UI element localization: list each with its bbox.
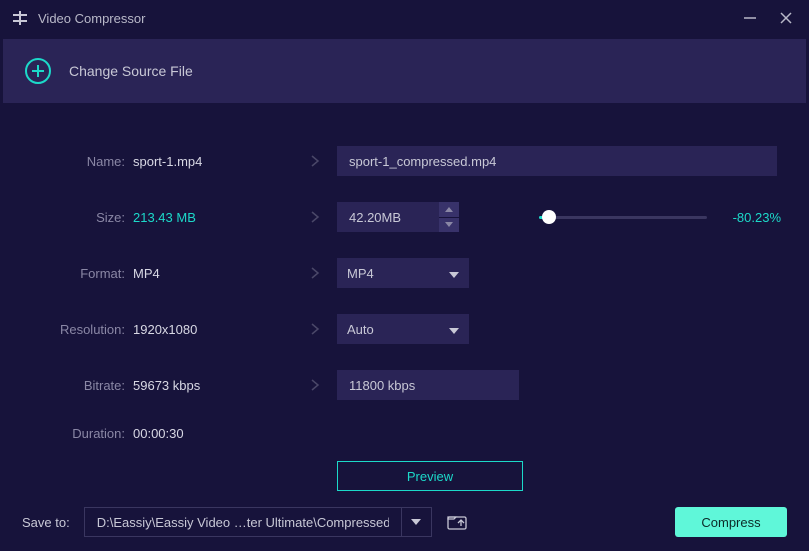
label-bitrate: Bitrate:: [28, 378, 133, 393]
source-bitrate: 59673 kbps: [133, 378, 293, 393]
size-slider-wrap: -80.23%: [459, 210, 781, 225]
label-format: Format:: [28, 266, 133, 281]
target-bitrate-input[interactable]: [337, 370, 519, 400]
row-resolution: Resolution: 1920x1080 Auto: [28, 314, 781, 344]
label-size: Size:: [28, 210, 133, 225]
size-slider[interactable]: [539, 216, 707, 219]
minimize-button[interactable]: [739, 7, 761, 29]
titlebar: Video Compressor: [0, 0, 809, 36]
save-to-label: Save to:: [22, 515, 70, 530]
arrow-icon: [293, 378, 337, 392]
chevron-down-icon: [449, 266, 459, 281]
open-folder-button[interactable]: [442, 507, 472, 537]
change-source-bar[interactable]: Change Source File: [3, 39, 806, 103]
target-size-input[interactable]: [337, 202, 439, 232]
save-path-dropdown[interactable]: [402, 507, 432, 537]
arrow-icon: [293, 210, 337, 224]
label-resolution: Resolution:: [28, 322, 133, 337]
arrow-icon: [293, 322, 337, 336]
compress-button-label: Compress: [701, 515, 760, 530]
row-format: Format: MP4 MP4: [28, 258, 781, 288]
source-duration: 00:00:30: [133, 426, 293, 441]
save-path-input[interactable]: [84, 507, 402, 537]
row-duration: Duration: 00:00:30: [28, 426, 781, 441]
source-format: MP4: [133, 266, 293, 281]
content-area: Name: sport-1.mp4 Size: 213.43 MB: [0, 106, 809, 491]
resolution-select[interactable]: Auto: [337, 314, 469, 344]
row-bitrate: Bitrate: 59673 kbps: [28, 370, 781, 400]
source-size: 213.43 MB: [133, 210, 293, 225]
arrow-icon: [293, 266, 337, 280]
source-name: sport-1.mp4: [133, 154, 293, 169]
resolution-select-label: Auto: [347, 322, 449, 337]
app-title: Video Compressor: [38, 11, 739, 26]
size-change-pct: -80.23%: [723, 210, 781, 225]
row-name: Name: sport-1.mp4: [28, 146, 781, 176]
slider-thumb[interactable]: [542, 210, 556, 224]
arrow-icon: [293, 154, 337, 168]
chevron-down-icon: [411, 519, 421, 525]
app-icon: [12, 10, 28, 26]
close-button[interactable]: [775, 7, 797, 29]
preview-button[interactable]: Preview: [337, 461, 523, 491]
format-select-label: MP4: [347, 266, 449, 281]
source-resolution: 1920x1080: [133, 322, 293, 337]
format-select[interactable]: MP4: [337, 258, 469, 288]
target-size-spinner: [337, 202, 459, 232]
preview-button-label: Preview: [407, 469, 453, 484]
change-source-label: Change Source File: [69, 63, 193, 79]
row-size: Size: 213.43 MB -80.23%: [28, 202, 781, 232]
plus-circle-icon: [25, 58, 51, 84]
footer: Save to: Compress: [0, 493, 809, 551]
save-path-wrap: [84, 507, 432, 537]
size-step-down-button[interactable]: [439, 218, 459, 233]
output-name-input[interactable]: [337, 146, 777, 176]
chevron-down-icon: [449, 322, 459, 337]
compress-button[interactable]: Compress: [675, 507, 787, 537]
size-step-up-button[interactable]: [439, 202, 459, 217]
label-duration: Duration:: [28, 426, 133, 441]
window-controls: [739, 7, 797, 29]
label-name: Name:: [28, 154, 133, 169]
